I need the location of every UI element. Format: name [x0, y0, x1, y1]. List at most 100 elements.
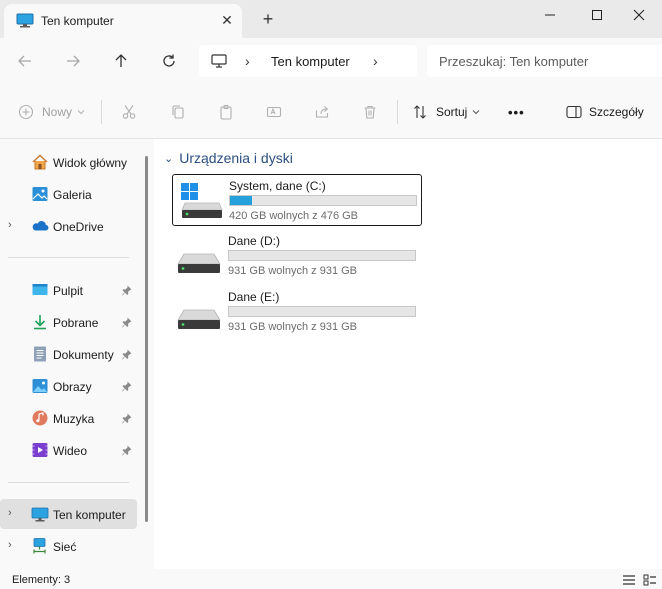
pin-icon[interactable]	[121, 348, 133, 360]
item-count: Elementy: 3	[12, 574, 71, 586]
documents-icon	[34, 346, 46, 362]
expand-chevron-icon[interactable]: ›	[8, 539, 12, 551]
address-bar[interactable]: › Ten komputer ›	[199, 45, 417, 77]
navigation-pane: Widok główny Galeria › OneDrive Pulpit P…	[0, 139, 153, 569]
tiles-view-icon[interactable]	[643, 574, 657, 586]
chevron-down-icon	[473, 110, 480, 115]
system-drive-icon	[181, 183, 223, 218]
sidebar-item-siec[interactable]: › Sieć	[0, 531, 137, 561]
sidebar-scrollbar[interactable]	[145, 156, 148, 522]
sidebar-item-label: Galeria	[53, 188, 92, 202]
pin-icon[interactable]	[121, 444, 133, 456]
sidebar-item-gallery[interactable]: Galeria	[0, 179, 137, 209]
search-box[interactable]	[427, 45, 662, 77]
plus-circle-icon	[18, 104, 34, 120]
sidebar-item-wideo[interactable]: Wideo	[0, 435, 137, 465]
tab-bar: Ten komputer ✕ +	[0, 0, 662, 38]
sidebar-item-home[interactable]: Widok główny	[0, 147, 137, 177]
details-view-icon[interactable]	[622, 574, 636, 586]
maximize-icon	[592, 10, 602, 20]
sidebar-item-pulpit[interactable]: Pulpit	[0, 275, 137, 305]
drive-usage-bar	[228, 250, 416, 261]
up-button[interactable]	[107, 48, 135, 74]
arrow-up-icon	[115, 54, 127, 67]
rename-button[interactable]	[266, 100, 282, 124]
forward-button[interactable]	[59, 48, 87, 74]
drive-item-d[interactable]: Dane (D:) 931 GB wolnych z 931 GB	[172, 230, 422, 282]
sort-button-label: Sortuj	[436, 105, 468, 119]
sidebar-item-label: Sieć	[53, 540, 77, 554]
delete-button[interactable]	[362, 100, 378, 124]
sidebar-item-label: Widok główny	[53, 156, 128, 170]
drive-usage-bar	[229, 195, 417, 206]
search-input[interactable]	[439, 53, 649, 69]
drive-name: Dane (E:)	[228, 290, 280, 304]
new-button-label: Nowy	[42, 105, 73, 119]
expand-chevron-icon[interactable]: ›	[8, 507, 12, 519]
group-title: Urządzenia i dyski	[179, 150, 293, 166]
sidebar-item-label: Pobrane	[53, 316, 99, 330]
copy-button[interactable]	[170, 100, 186, 124]
hard-drive-icon	[177, 309, 221, 329]
sort-icon	[414, 105, 426, 119]
sidebar-divider	[8, 257, 129, 258]
minimize-button[interactable]	[527, 0, 573, 30]
breadcrumb-separator[interactable]: ›	[245, 53, 250, 69]
address-row: › Ten komputer ›	[0, 38, 662, 84]
sidebar-item-muzyka[interactable]: Muzyka	[0, 403, 137, 433]
sidebar-item-dokumenty[interactable]: Dokumenty	[0, 339, 137, 369]
toolbar-divider	[101, 100, 102, 124]
sidebar-item-label: OneDrive	[53, 220, 104, 234]
breadcrumb-ten-komputer[interactable]: Ten komputer	[271, 54, 350, 69]
pin-icon[interactable]	[121, 380, 133, 392]
details-pane-icon	[566, 105, 582, 119]
sidebar-item-onedrive[interactable]: › OneDrive	[0, 211, 137, 241]
back-button[interactable]	[11, 48, 39, 74]
drive-item-e[interactable]: Dane (E:) 931 GB wolnych z 931 GB	[172, 286, 422, 338]
expand-chevron-icon[interactable]: ›	[8, 219, 12, 231]
pin-icon[interactable]	[121, 412, 133, 424]
sidebar-item-ten-komputer[interactable]: › Ten komputer	[0, 499, 137, 529]
drive-usage-fill	[230, 196, 252, 205]
group-header-devices[interactable]: ⌄ Urządzenia i dyski	[164, 150, 293, 166]
drive-free-space: 931 GB wolnych z 931 GB	[228, 265, 358, 277]
details-button[interactable]: Szczegóły	[566, 100, 644, 124]
more-options-button[interactable]: •••	[508, 100, 525, 124]
command-bar: Nowy Sortuj ••• Szczegóły	[0, 88, 662, 136]
new-tab-button[interactable]: +	[258, 10, 278, 30]
drive-item-c[interactable]: System, dane (C:) 420 GB wolnych z 476 G…	[172, 174, 422, 226]
share-button[interactable]	[314, 100, 330, 124]
gallery-icon	[32, 187, 48, 201]
tab-close-button[interactable]: ✕	[219, 12, 235, 28]
sidebar-item-pobrane[interactable]: Pobrane	[0, 307, 137, 337]
drive-name: Dane (D:)	[228, 234, 281, 248]
network-icon	[33, 538, 46, 554]
refresh-button[interactable]	[155, 48, 183, 74]
close-icon	[633, 9, 645, 21]
home-icon	[32, 154, 48, 170]
sidebar-item-label: Dokumenty	[53, 348, 114, 362]
pin-icon[interactable]	[121, 316, 133, 328]
breadcrumb-separator[interactable]: ›	[373, 53, 378, 69]
copy-icon	[172, 105, 184, 119]
paste-icon	[220, 104, 232, 120]
new-button[interactable]: Nowy	[18, 100, 85, 124]
this-pc-icon	[16, 13, 34, 28]
close-window-button[interactable]	[616, 0, 662, 30]
pin-icon[interactable]	[121, 284, 133, 296]
sidebar-item-label: Pulpit	[53, 284, 84, 298]
paste-button[interactable]	[218, 100, 234, 124]
more-options-label: •••	[508, 104, 525, 120]
details-button-label: Szczegóły	[589, 105, 644, 119]
sidebar-item-obrazy[interactable]: Obrazy	[0, 371, 137, 401]
onedrive-icon	[32, 221, 49, 231]
pictures-icon	[32, 379, 48, 393]
tab-ten-komputer[interactable]: Ten komputer ✕	[4, 4, 242, 38]
tab-title: Ten komputer	[41, 14, 114, 28]
drive-free-space: 420 GB wolnych z 476 GB	[229, 210, 359, 222]
cut-button[interactable]	[121, 100, 137, 124]
sort-button[interactable]: Sortuj	[412, 100, 480, 124]
sidebar-divider	[8, 482, 129, 483]
hard-drive-icon	[177, 253, 221, 273]
maximize-button[interactable]	[574, 0, 620, 30]
